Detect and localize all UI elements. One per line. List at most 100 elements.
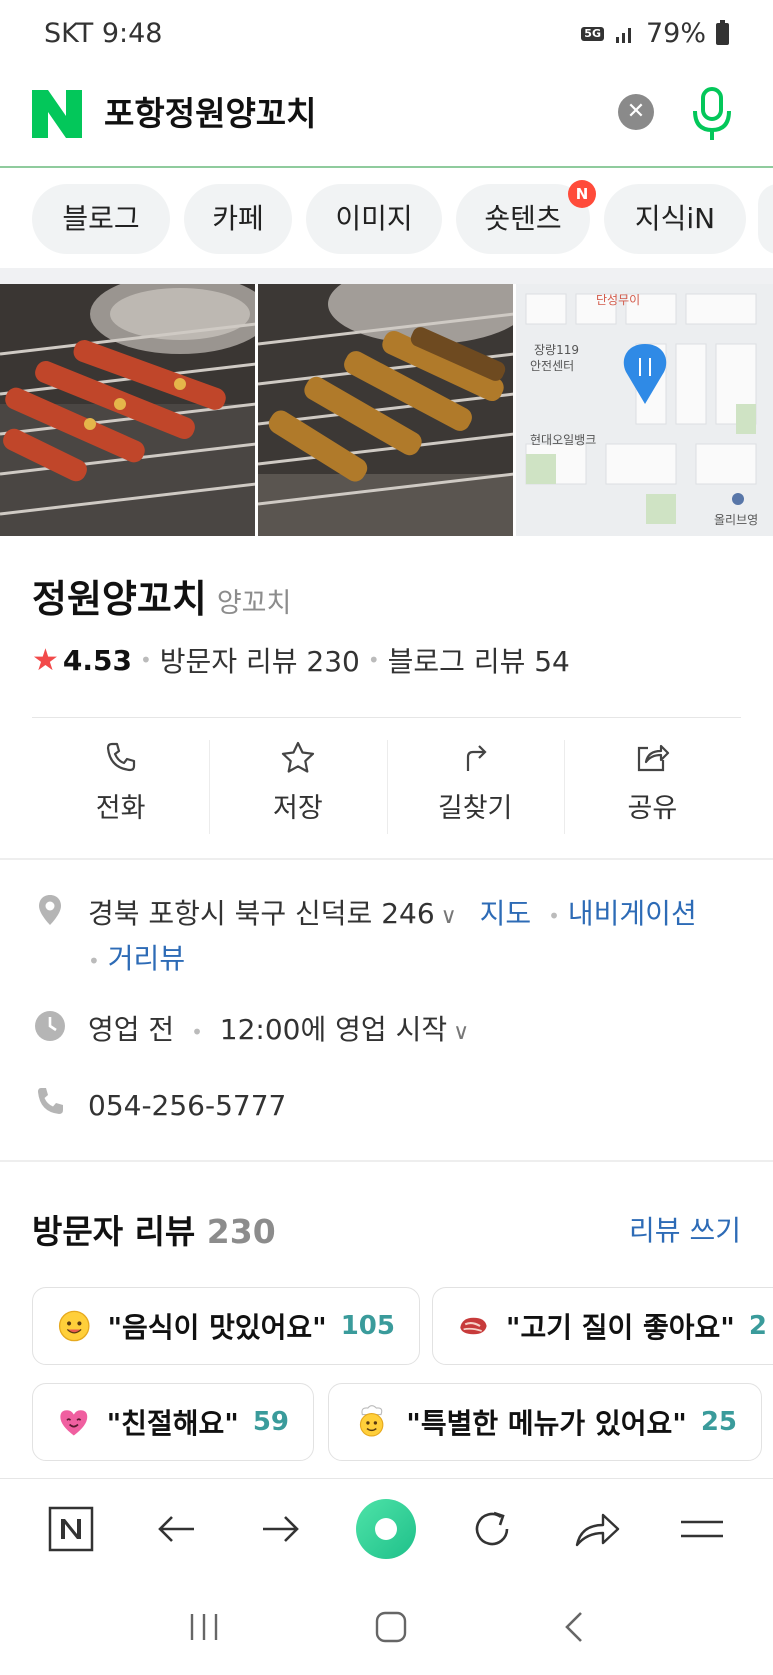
street-view-link[interactable]: 거리뷰 — [108, 942, 185, 975]
place-header: 정원양꼬치 양꼬치 — [32, 568, 291, 623]
chip-shortents[interactable]: 숏텐츠 N — [456, 180, 596, 254]
menu-icon — [681, 1520, 724, 1537]
review-keyword-chip[interactable]: "음식이 맛있어요" 105 — [32, 1287, 420, 1365]
write-review-link[interactable]: 리뷰 쓰기 — [629, 1209, 741, 1249]
back-nav-icon[interactable] — [562, 1610, 586, 1644]
photo-skewers-1[interactable] — [0, 284, 255, 536]
recent-apps-icon[interactable] — [187, 1612, 221, 1642]
review-keyword-chip[interactable]: "고기 질이 좋아요" 2 — [432, 1287, 773, 1365]
battery-icon — [716, 19, 729, 45]
chevron-down-icon[interactable]: ∨ — [441, 904, 457, 929]
search-input[interactable]: 포항정원양꼬치 — [104, 90, 317, 138]
map-label: 현대오일뱅크 — [530, 433, 596, 447]
visitor-review-link[interactable]: 방문자 리뷰 230 — [160, 640, 360, 680]
directions-icon — [467, 745, 487, 771]
navigation-link[interactable]: 내비게이션 — [568, 897, 697, 930]
keyword-text: "특별한 메뉴가 있어요" — [406, 1407, 687, 1440]
location-pin-icon — [39, 895, 61, 925]
rating-row: ★ 4.53 • 방문자 리뷰 230 • 블로그 리뷰 54 — [32, 640, 570, 680]
action-buttons: 전화 저장 길찾기 공유 — [32, 740, 741, 834]
refresh-button[interactable] — [457, 1494, 527, 1564]
refresh-icon — [475, 1511, 509, 1545]
chip-jisikin[interactable]: 지식iN — [604, 184, 746, 254]
svg-text:장량119: 장량119 — [534, 343, 579, 357]
map-link[interactable]: 지도 — [480, 897, 532, 930]
arrow-left-icon — [158, 1515, 194, 1542]
browser-toolbar — [0, 1478, 773, 1578]
status-bar: SKT 9:48 5G 79% — [0, 0, 773, 70]
call-label: 전화 — [95, 793, 146, 824]
map-label: 올리브영 — [714, 513, 758, 527]
green-dot-button[interactable] — [351, 1494, 421, 1564]
phone-row[interactable]: 054-256-5777 — [32, 1085, 286, 1127]
address-text[interactable]: 경북 포항시 북구 신덕로 246 — [88, 897, 435, 930]
home-icon[interactable] — [374, 1610, 408, 1644]
back-button[interactable] — [141, 1494, 211, 1564]
directions-button[interactable]: 길찾기 — [386, 740, 564, 834]
divider — [0, 858, 773, 860]
keyword-text: "친절해요" — [106, 1407, 239, 1440]
hours-row[interactable]: 영업 전 • 12:00에 영업 시작 ∨ — [32, 1009, 469, 1054]
clock-icon — [35, 1011, 65, 1041]
meat-icon — [460, 1317, 487, 1335]
forward-button[interactable] — [246, 1494, 316, 1564]
star-icon — [281, 741, 314, 773]
review-keyword-chip[interactable]: "친절해요" 59 — [32, 1383, 314, 1461]
chip-more[interactable] — [758, 184, 773, 254]
review-keyword-chip[interactable]: "특별한 메뉴가 있어요" 25 — [328, 1383, 762, 1461]
photo-skewers-2[interactable] — [258, 284, 513, 536]
hours-detail: 12:00에 영업 시작 — [219, 1013, 448, 1046]
call-button[interactable]: 전화 — [32, 740, 209, 834]
keyword-text: "음식이 맛있어요" — [107, 1311, 327, 1344]
share-label: 공유 — [627, 793, 678, 824]
signal-icon — [615, 27, 631, 43]
save-label: 저장 — [273, 793, 323, 824]
svg-text:안전센터: 안전센터 — [530, 359, 574, 373]
chip-cafe[interactable]: 카페 — [184, 184, 292, 254]
save-button[interactable]: 저장 — [209, 740, 386, 834]
chip-blog[interactable]: 블로그 — [32, 184, 170, 254]
new-badge: N — [568, 180, 596, 208]
smile-emoji-icon — [58, 1310, 90, 1342]
share-icon — [638, 744, 670, 772]
rating-score: 4.53 — [62, 643, 132, 677]
phone-number[interactable]: 054-256-5777 — [88, 1089, 286, 1122]
keyword-count: 59 — [252, 1407, 289, 1437]
chef-emoji-icon — [359, 1405, 384, 1437]
address-row: 경북 포항시 북구 신덕로 246 ∨ 지도 • 내비게이션 • 거리뷰 — [32, 893, 748, 982]
status-icons: 5G 79% — [581, 18, 729, 49]
green-dot-icon — [356, 1498, 417, 1559]
naver-logo-icon[interactable] — [32, 90, 82, 138]
blog-review-link[interactable]: 블로그 리뷰 54 — [388, 640, 570, 680]
naver-home-button[interactable] — [36, 1494, 106, 1564]
menu-button[interactable] — [667, 1494, 737, 1564]
review-count: 230 — [206, 1212, 276, 1251]
section-gap — [0, 268, 773, 284]
visitor-reviews-heading: 방문자 리뷰 230 — [32, 1212, 276, 1251]
system-nav-bar — [0, 1578, 773, 1675]
keyword-count: 25 — [700, 1407, 737, 1437]
phone-icon — [106, 742, 135, 772]
share-page-button[interactable] — [562, 1494, 632, 1564]
heart-emoji-icon — [60, 1410, 88, 1436]
carrier-time: SKT 9:48 — [44, 18, 163, 49]
star-rating-icon: ★ — [32, 642, 59, 678]
place-category: 양꼬치 — [216, 588, 292, 619]
directions-label: 길찾기 — [437, 793, 513, 824]
chip-images[interactable]: 이미지 — [306, 184, 442, 254]
keyword-count: 105 — [340, 1311, 395, 1341]
clear-search-button[interactable]: ✕ — [618, 94, 654, 130]
map-label: 단성무이 — [596, 293, 640, 307]
microphone-icon[interactable] — [690, 86, 734, 144]
arrow-right-icon — [263, 1515, 300, 1542]
place-name[interactable]: 정원양꼬치 — [32, 568, 207, 623]
share-arrow-icon — [575, 1513, 620, 1546]
share-button[interactable]: 공유 — [563, 740, 741, 834]
place-photos: 단성무이 장량119 안전센터 현대오일뱅크 올리브영 — [0, 284, 773, 536]
chevron-down-icon[interactable]: ∨ — [453, 1020, 469, 1045]
map-thumbnail[interactable]: 단성무이 장량119 안전센터 현대오일뱅크 올리브영 — [516, 284, 773, 536]
divider — [32, 717, 741, 718]
network-5g-icon: 5G — [581, 26, 604, 41]
divider — [0, 1160, 773, 1162]
hours-status: 영업 전 — [88, 1013, 175, 1046]
